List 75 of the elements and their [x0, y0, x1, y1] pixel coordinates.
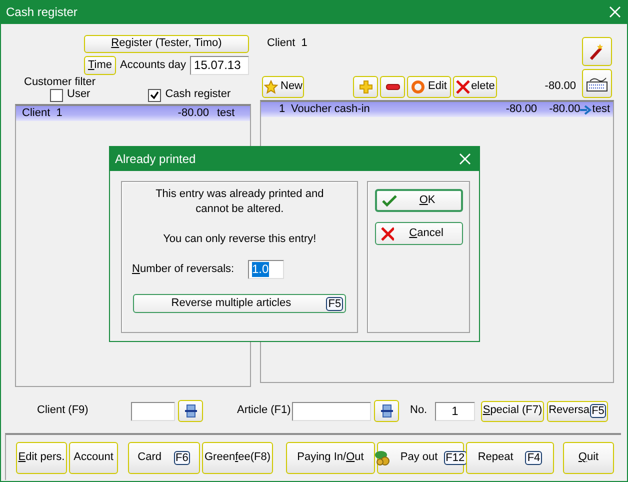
total-amount: -80.00 [544, 80, 576, 94]
table-cell: -80.00 [549, 102, 580, 116]
search-button[interactable] [178, 400, 203, 422]
field-label: No. [410, 404, 428, 418]
key-hint: F5 [326, 296, 344, 311]
cross-icon [455, 80, 472, 94]
key-hint: F5 [590, 404, 606, 418]
card-button[interactable]: Card F6 [128, 442, 200, 474]
filter-label: Customer filter [23, 76, 96, 88]
table-cell: -80.00 [178, 106, 209, 120]
ring-icon [411, 80, 426, 94]
table-cell-text: test [216, 106, 236, 120]
plus-icon [358, 80, 372, 94]
reversal-button[interactable]: Reversa F5 [547, 400, 608, 422]
search-icon [380, 404, 394, 418]
ok-button[interactable]: OK [375, 189, 464, 212]
keyboard-icon [586, 76, 608, 92]
repeat-button[interactable]: Repeat F4 [466, 442, 554, 474]
table-cell: -80.00 [506, 102, 538, 116]
money-icon [374, 450, 392, 466]
note-text: You can only reverse this entry! [163, 233, 316, 246]
dialog-title: Already printed [115, 152, 196, 166]
table-cell: test [592, 102, 610, 116]
account-button[interactable]: Account [69, 442, 118, 474]
table-cell-text: Client 1 [22, 106, 64, 120]
article-field[interactable] [292, 402, 371, 420]
table-cell-text: 1 [279, 102, 286, 116]
reversals-field[interactable]: 1.0 [248, 260, 284, 280]
search-icon [184, 404, 198, 418]
close-icon [459, 153, 471, 165]
close-icon [609, 6, 621, 18]
wand-button[interactable] [582, 37, 612, 66]
star-icon [264, 80, 278, 94]
field-label: Number of reversals: [132, 263, 236, 276]
checkbox-label: User [67, 88, 90, 102]
client-field[interactable] [131, 402, 175, 420]
paying-button[interactable]: Paying In/Out [286, 442, 375, 474]
list-row[interactable]: Client 1 -80.00 test [16, 106, 250, 121]
field-label: Accounts day [120, 58, 186, 72]
client-label: Client 1 [266, 37, 308, 50]
greenfee-button[interactable]: Greenfee(F8) [202, 442, 273, 474]
wand-icon [588, 42, 606, 60]
edit-button[interactable]: Edit pers. [16, 442, 67, 474]
edit-button[interactable]: Edit [407, 76, 451, 98]
time-button[interactable]: Time [84, 56, 116, 75]
register-button[interactable]: Register (Tester, Timo) [84, 35, 249, 53]
arrow-icon [580, 104, 592, 114]
special-button[interactable]: Special (F7) [481, 400, 544, 422]
date-field[interactable]: 15.07.13 [190, 56, 250, 75]
key-hint: F6 [174, 450, 190, 464]
check-icon [381, 194, 398, 208]
table-cell-text: Voucher cash-in [291, 102, 371, 116]
new-button[interactable]: New [262, 76, 304, 98]
keyboard-button[interactable] [582, 69, 612, 98]
checkbox[interactable] [148, 88, 162, 102]
cancel-button[interactable]: Cancel [375, 222, 464, 245]
reverse-button[interactable]: Reverse multiple articles F5 [133, 294, 346, 314]
key-hint: F12 [444, 450, 467, 464]
checkbox-label: Cash register [165, 88, 231, 102]
quit-button[interactable]: Quit [563, 442, 614, 474]
pay-out-button[interactable]: Pay out F12 [377, 442, 464, 474]
number-field[interactable]: 1 [435, 402, 475, 420]
list-row[interactable]: 1 Voucher cash-in -80.00 -80.00 test [261, 102, 613, 117]
checkbox[interactable] [50, 88, 63, 102]
remove-button[interactable] [380, 76, 405, 98]
message-text: This entry was already printed and cannot be altered. [156, 187, 324, 217]
cross-icon [380, 226, 394, 240]
delete-button[interactable]: elete [453, 76, 497, 98]
field-label: Article (F1) [237, 404, 292, 418]
search-button[interactable] [374, 400, 399, 422]
window-title: Cash register [6, 4, 78, 20]
check-icon [150, 90, 160, 100]
field-label: Client (F9) [37, 404, 90, 418]
minus-icon [386, 84, 400, 90]
key-hint: F4 [525, 450, 542, 464]
